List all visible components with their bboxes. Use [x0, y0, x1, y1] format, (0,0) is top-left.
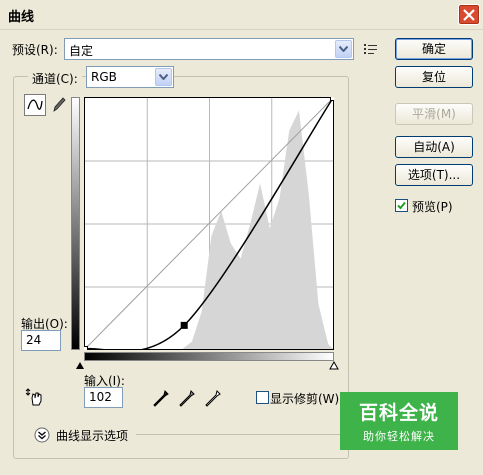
channel-select[interactable]: RGB — [86, 66, 174, 88]
expand-options-button[interactable] — [31, 424, 53, 446]
curve-point-icon — [27, 99, 43, 110]
black-eyedropper-icon — [153, 390, 169, 407]
pencil-icon — [53, 97, 66, 112]
black-point-slider[interactable] — [76, 362, 84, 369]
watermark-sub: 助你轻松解决 — [363, 430, 435, 443]
curve-graph[interactable] — [84, 97, 334, 350]
chevron-down-circle-icon — [34, 427, 50, 443]
close-icon — [463, 8, 475, 21]
gray-eyedropper-button[interactable] — [176, 388, 198, 410]
window-title: 曲线 — [8, 10, 35, 25]
watermark-main: 百科全说 — [358, 402, 439, 424]
input-field[interactable]: 102 — [84, 387, 123, 408]
watermark-badge: 百科全说 助你轻松解决 — [340, 392, 458, 450]
preset-value: 自定 — [69, 44, 94, 58]
preset-label: 预设(R): — [12, 43, 58, 57]
show-clipping-checkbox[interactable] — [256, 391, 269, 404]
divider — [136, 434, 346, 435]
reset-button[interactable]: 复位 — [395, 66, 473, 88]
preview-checkbox[interactable] — [395, 199, 408, 212]
pencil-tool[interactable] — [48, 94, 70, 116]
title-bar: 曲线 — [0, 0, 483, 30]
menu-icon — [364, 44, 377, 54]
output-field[interactable]: 24 — [21, 330, 61, 351]
checkmark-icon — [397, 201, 406, 210]
channel-label: 通道(C): — [28, 70, 82, 87]
preset-menu-button[interactable] — [360, 38, 382, 60]
curve-options-label: 曲线显示选项 — [56, 429, 129, 443]
ok-button[interactable]: 确定 — [395, 38, 473, 60]
close-button[interactable] — [458, 4, 480, 25]
preset-select[interactable]: 自定 — [64, 38, 354, 60]
hand-adjust-tool[interactable] — [24, 386, 46, 408]
curve-point[interactable] — [84, 346, 88, 351]
chevron-down-icon — [155, 68, 172, 86]
input-gradient-bar — [84, 352, 334, 361]
input-sliders — [76, 361, 339, 370]
white-point-slider[interactable] — [329, 361, 339, 370]
smooth-button[interactable]: 平滑(M) — [395, 103, 473, 125]
chevron-down-icon — [335, 40, 352, 58]
curve-point-tool[interactable] — [24, 94, 46, 116]
options-button[interactable]: 选项(T)... — [395, 164, 473, 186]
curve-point-selected[interactable] — [180, 321, 188, 329]
preview-label: 预览(P) — [412, 200, 453, 214]
white-eyedropper-button[interactable] — [202, 388, 224, 410]
gray-eyedropper-icon — [179, 390, 195, 407]
black-eyedropper-button[interactable] — [150, 388, 172, 410]
white-eyedropper-icon — [205, 390, 221, 407]
hand-adjust-icon — [25, 388, 42, 406]
auto-button[interactable]: 自动(A) — [395, 136, 473, 158]
channel-value: RGB — [91, 70, 117, 84]
output-gradient-bar — [71, 97, 80, 350]
curve-point[interactable] — [330, 97, 335, 101]
show-clipping-label: 显示修剪(W) — [270, 392, 340, 406]
